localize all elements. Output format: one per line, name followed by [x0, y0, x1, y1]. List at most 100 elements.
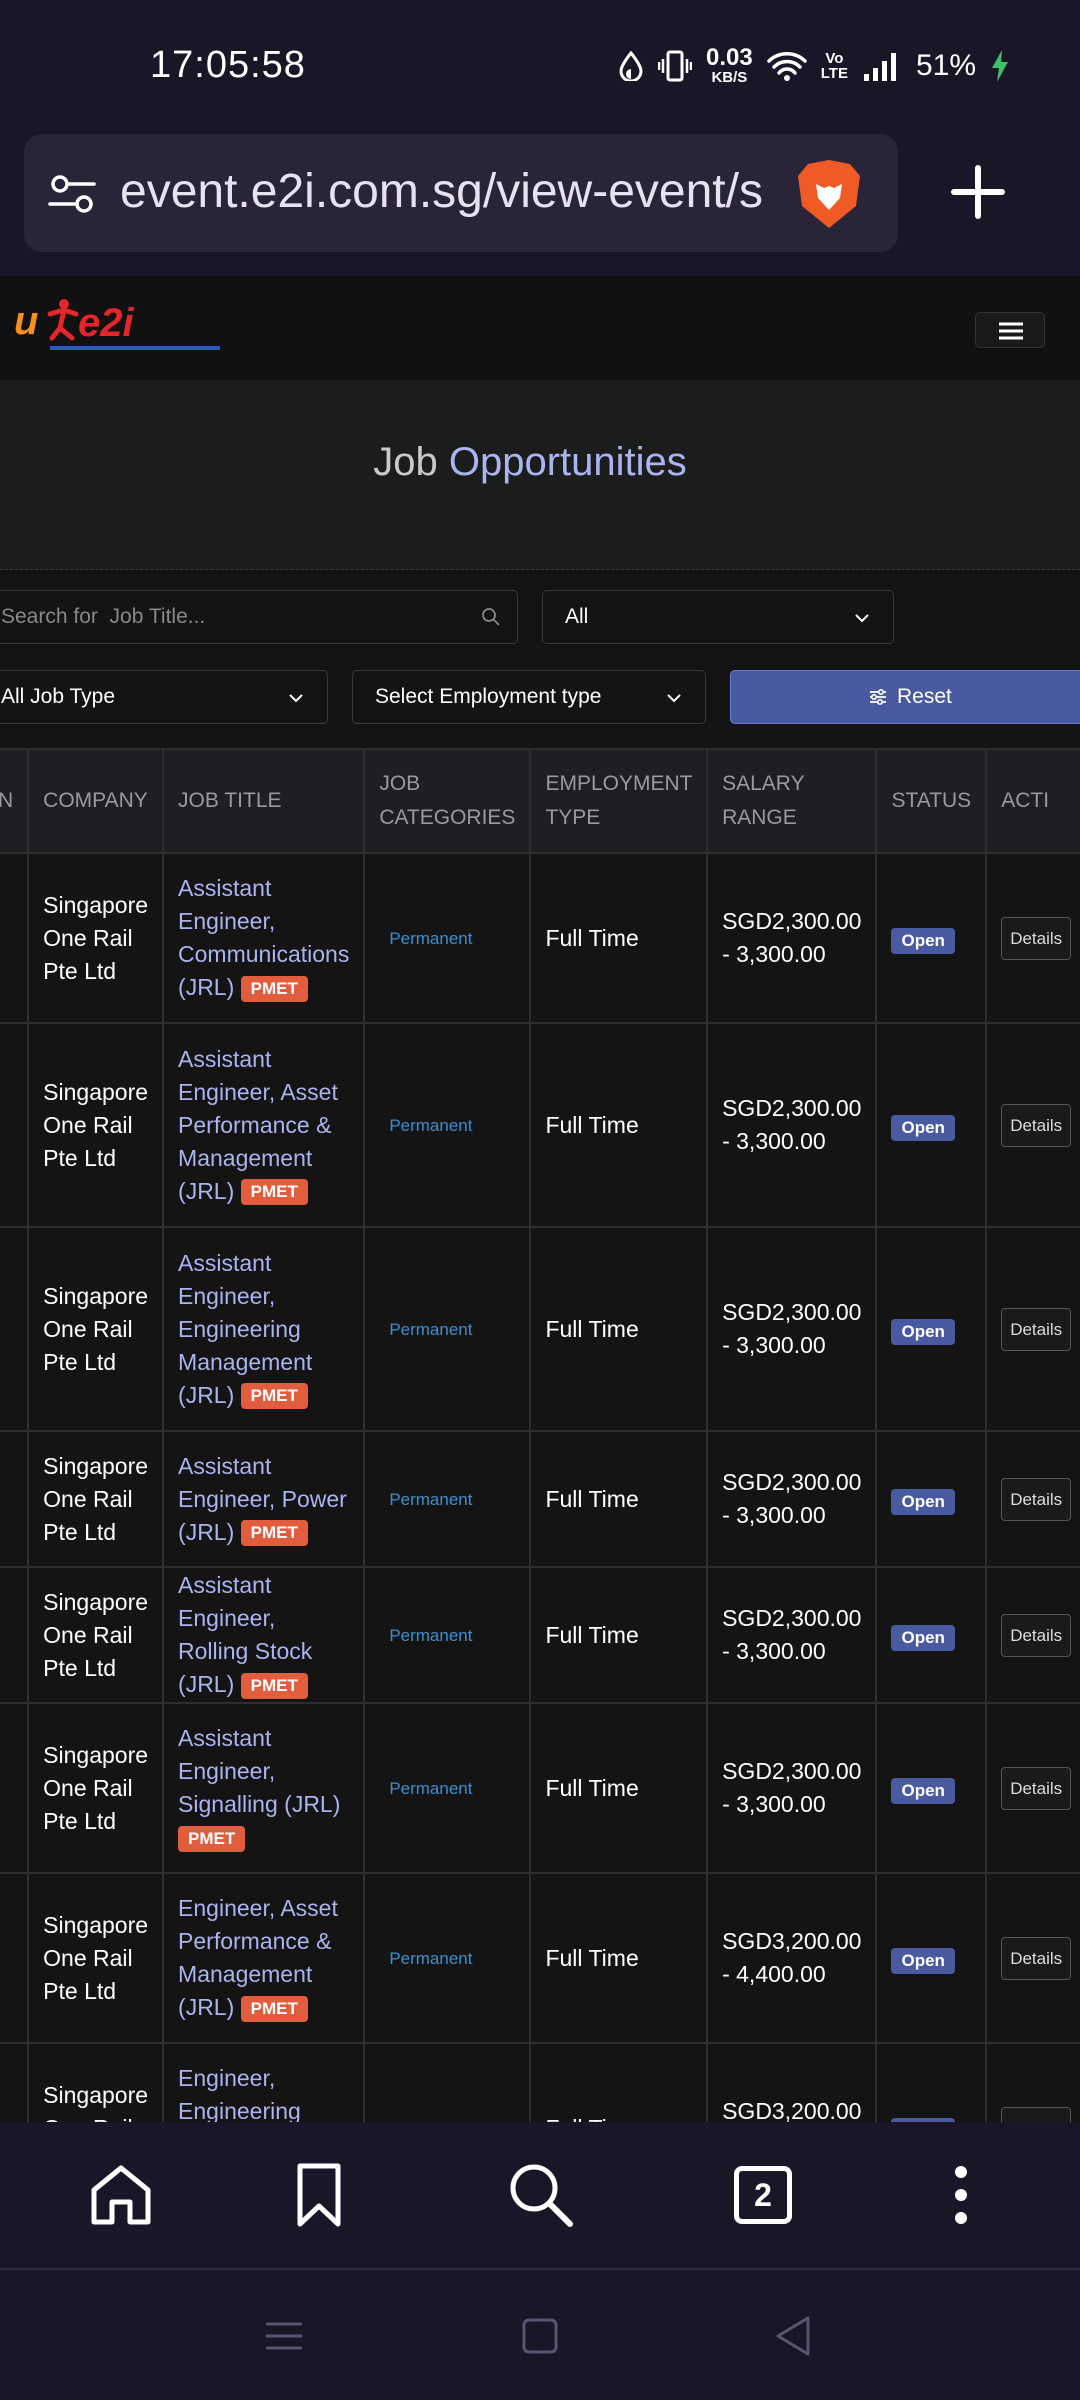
status-badge: Open — [891, 1947, 955, 1974]
url-text[interactable]: event.e2i.com.sg/view-event/s — [120, 164, 790, 219]
status-bar: 17:05:58 0.03 KB/S Vo LTE 51% — [0, 0, 1080, 130]
details-button[interactable]: Details — [1001, 1307, 1072, 1351]
reset-button[interactable]: Reset — [730, 670, 1080, 724]
svg-text:e2i: e2i — [78, 301, 134, 345]
cell-status: Open — [875, 1226, 988, 1432]
table-row: Singapore One Rail Pte Ltd Assistant Eng… — [0, 1702, 1080, 1874]
cell-action: Details — [985, 1872, 1080, 2044]
cell-employment-type: Full Time — [529, 1872, 709, 2044]
volte-indicator: Vo LTE — [820, 49, 848, 82]
cell-status: Open — [875, 1566, 988, 1704]
page-title: Job Opportunities — [373, 440, 687, 484]
status-badge: Open — [891, 1318, 955, 1345]
cell-job-title[interactable]: Assistant Engineer, Asset Performance & … — [162, 1022, 366, 1228]
chevron-down-icon — [855, 614, 869, 623]
details-button[interactable]: Details — [1001, 2106, 1072, 2122]
cell-company: Singapore One Rail Pte Ltd — [27, 2042, 165, 2122]
details-button[interactable]: Details — [1001, 1936, 1072, 1980]
cell-job-title[interactable]: Assistant Engineer, Rolling Stock (JRL) … — [162, 1566, 366, 1704]
cell-job-title[interactable]: Engineer, Engineering Management (JRL) P… — [162, 2042, 366, 2122]
cell-employment-type: Full Time — [529, 2042, 709, 2122]
net-speed: 0.03 KB/S — [706, 44, 753, 86]
cell-company: Singapore One Rail Pte Ltd — [27, 852, 165, 1024]
cell-status: Open — [875, 1702, 988, 1874]
details-button[interactable]: Details — [1001, 916, 1072, 960]
cell-salary: SGD2,300.00 - 3,300.00 — [706, 852, 878, 1024]
status-badge: Open — [891, 1624, 955, 1651]
job-title-link[interactable]: Assistant Engineer, Signalling (JRL) — [178, 1725, 340, 1817]
cell-no — [0, 852, 30, 1024]
back-icon[interactable] — [772, 2314, 816, 2358]
address-bar[interactable]: event.e2i.com.sg/view-event/s — [24, 134, 898, 252]
details-button[interactable]: Details — [1001, 1103, 1072, 1147]
menu-icon — [999, 322, 1023, 340]
home-icon[interactable] — [86, 2160, 156, 2230]
table-row: Singapore One Rail Pte Ltd Engineer, Ass… — [0, 1872, 1080, 2044]
job-type-select[interactable]: All Job Type — [0, 670, 328, 724]
bookmark-icon[interactable] — [284, 2160, 354, 2230]
cell-no — [0, 1430, 30, 1568]
details-button[interactable]: Details — [1001, 1766, 1072, 1810]
cell-salary: SGD3,200.00 - 4,400.00 — [706, 1872, 878, 2044]
col-header-job-categories: JOB CATEGORIES — [363, 748, 532, 854]
hamburger-menu-button[interactable] — [975, 312, 1045, 348]
cell-job-title[interactable]: Assistant Engineer, Power (JRL) PMET — [162, 1430, 366, 1568]
more-icon[interactable] — [926, 2160, 996, 2230]
search-icon[interactable] — [481, 607, 501, 627]
table-row: Singapore One Rail Pte Ltd Assistant Eng… — [0, 1022, 1080, 1228]
pmet-badge: PMET — [178, 1825, 246, 1852]
cell-company: Singapore One Rail Pte Ltd — [27, 1566, 165, 1704]
cell-employment-type: Full Time — [529, 1430, 709, 1568]
category-select[interactable]: All — [542, 590, 894, 644]
details-button[interactable]: Details — [1001, 1477, 1072, 1521]
job-search-input[interactable] — [1, 591, 441, 643]
search-icon[interactable] — [506, 2160, 576, 2230]
cell-status: Open — [875, 1872, 988, 2044]
col-header-job-title: JOB TITLE — [162, 748, 366, 854]
chevron-down-icon — [667, 694, 681, 703]
signal-icon — [863, 52, 896, 81]
pmet-badge: PMET — [240, 975, 308, 1002]
cell-category: Permanent — [363, 2042, 532, 2122]
cell-no — [0, 1566, 30, 1704]
cell-status: Open — [875, 852, 988, 1024]
cell-category: Permanent — [363, 1430, 532, 1568]
cell-category: Permanent — [363, 1022, 532, 1228]
charging-icon — [992, 49, 1008, 82]
site-settings-icon[interactable] — [48, 170, 96, 218]
tabs-icon[interactable]: 2 — [734, 2166, 792, 2224]
brave-shield-icon[interactable] — [794, 158, 864, 230]
cell-job-title[interactable]: Assistant Engineer, Engineering Manageme… — [162, 1226, 366, 1432]
cell-job-title[interactable]: Engineer, Asset Performance & Management… — [162, 1872, 366, 2044]
e2i-logo[interactable]: u e2i — [14, 294, 224, 360]
cell-salary: SGD2,300.00 - 3,300.00 — [706, 1566, 878, 1704]
cell-no — [0, 1702, 30, 1874]
cell-job-title[interactable]: Assistant Engineer, Communications (JRL)… — [162, 852, 366, 1024]
cell-job-title[interactable]: Assistant Engineer, Signalling (JRL) PME… — [162, 1702, 366, 1874]
new-tab-icon[interactable] — [948, 162, 1008, 222]
col-header-salary-range: SALARY RANGE — [706, 748, 878, 854]
col-header-no: N — [0, 748, 30, 854]
pmet-badge: PMET — [240, 1520, 308, 1547]
job-title-link[interactable]: Engineer, Engineering Management (JRL) — [178, 2065, 312, 2122]
cell-no — [0, 2042, 30, 2122]
hero-section: Job Opportunities — [0, 380, 1080, 570]
cell-status: Open — [875, 2042, 988, 2122]
recents-icon[interactable] — [262, 2314, 306, 2358]
cell-company: Singapore One Rail Pte Ltd — [27, 1226, 165, 1432]
cell-employment-type: Full Time — [529, 1702, 709, 1874]
job-search-box[interactable] — [0, 590, 518, 644]
cell-employment-type: Full Time — [529, 1226, 709, 1432]
cell-employment-type: Full Time — [529, 1022, 709, 1228]
home-square-icon[interactable] — [518, 2314, 562, 2358]
cell-salary: SGD3,200.00 - 4,400.00 — [706, 2042, 878, 2122]
sliders-icon — [870, 688, 886, 706]
cell-action: Details — [985, 1566, 1080, 1704]
employment-type-select[interactable]: Select Employment type — [352, 670, 706, 724]
details-button[interactable]: Details — [1001, 1613, 1072, 1657]
cell-action: Details — [985, 852, 1080, 1024]
cell-action: Details — [985, 1430, 1080, 1568]
site-header: u e2i — [0, 276, 1080, 380]
col-header-employment-type: EMPLOYMENT TYPE — [529, 748, 709, 854]
browser-bottom-nav: 2 — [0, 2122, 1080, 2268]
